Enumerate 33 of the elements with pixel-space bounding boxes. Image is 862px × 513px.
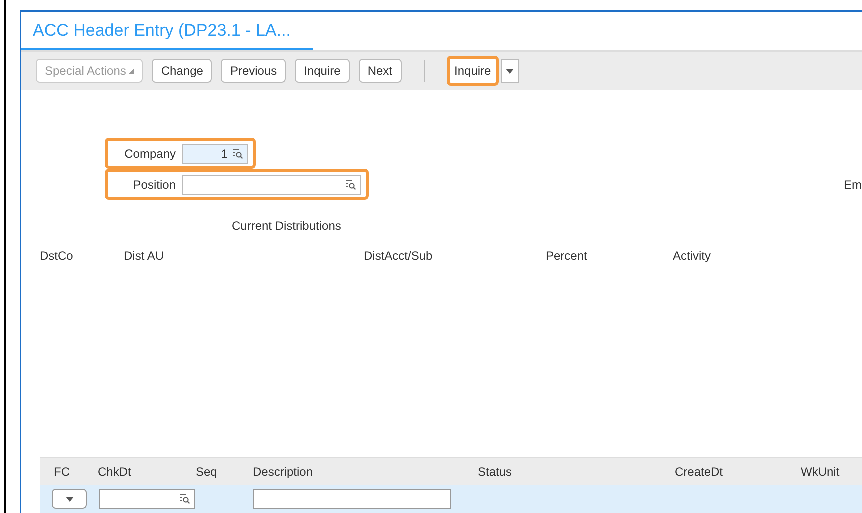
column-header: Seq <box>196 464 218 478</box>
toolbar-button[interactable]: Next <box>358 59 402 83</box>
input-field[interactable] <box>182 174 361 194</box>
toolbar-button[interactable]: Change <box>152 59 212 83</box>
toolbar-button[interactable]: Previous <box>221 59 286 83</box>
dropdown-button[interactable] <box>501 59 520 83</box>
column-header: DistAcct/Sub <box>364 249 433 263</box>
toolbar-button[interactable]: Inquire <box>295 59 350 83</box>
column-header: Status <box>478 464 512 478</box>
input-field[interactable] <box>253 489 451 509</box>
column-header: DstCo <box>40 249 74 263</box>
field-label: Company <box>124 146 177 162</box>
caret-icon <box>66 496 74 502</box>
column-header: Activity <box>673 249 712 263</box>
lookup-icon[interactable] <box>179 494 191 504</box>
inquire-button[interactable]: Inquire <box>446 56 500 86</box>
column-header: CreateDt <box>675 464 724 478</box>
input-field[interactable]: 1 <box>182 144 248 164</box>
field-label: Em <box>844 177 862 194</box>
column-header: ChkDt <box>98 464 132 478</box>
column-header: FC <box>54 464 70 478</box>
lookup-icon[interactable] <box>345 180 357 190</box>
column-header: Description <box>253 464 314 478</box>
lookup-icon[interactable] <box>232 148 244 158</box>
column-header: WkUnit <box>801 464 840 478</box>
column-header: Dist AU <box>124 249 164 263</box>
dropdown-field[interactable] <box>52 489 87 509</box>
section-title: Current Distributions <box>232 219 342 233</box>
caret-icon <box>506 68 514 74</box>
column-header: Percent <box>546 249 588 263</box>
date-field[interactable] <box>99 489 195 509</box>
field-label: Position <box>132 176 177 194</box>
corner-icon <box>129 68 134 74</box>
